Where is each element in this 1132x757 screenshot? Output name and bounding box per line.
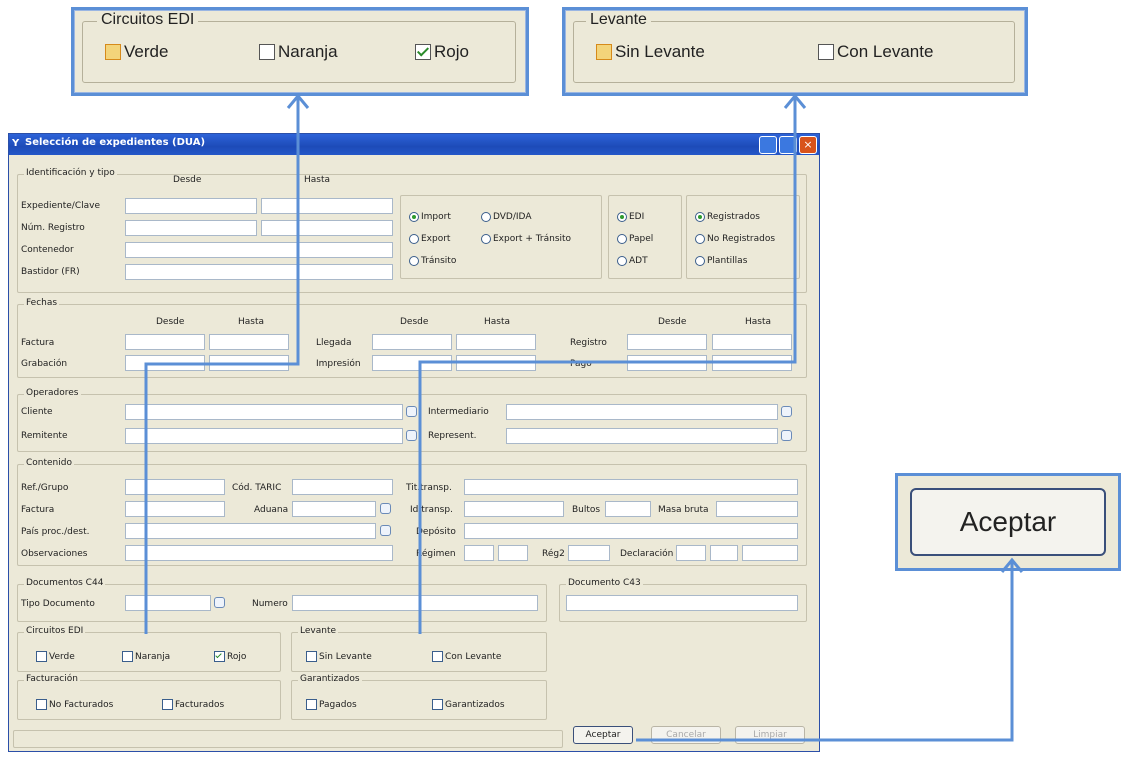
circuitos-connector	[144, 97, 300, 634]
aceptar-connector	[636, 560, 1014, 742]
callout-connectors	[144, 93, 1024, 742]
connector-arrowheads	[286, 93, 1024, 573]
connector-lines	[144, 97, 1014, 742]
levante-connector	[418, 97, 797, 634]
